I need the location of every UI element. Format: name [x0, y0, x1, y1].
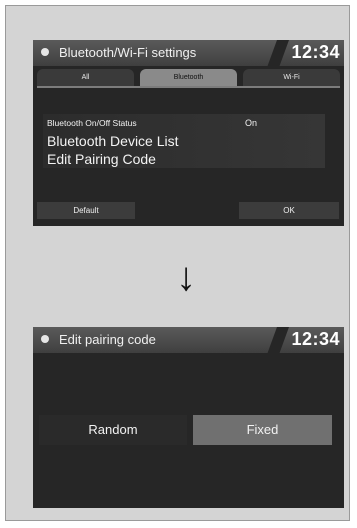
bluetooth-wifi-settings-screen: Bluetooth/Wi-Fi settings 12:34 All Bluet…: [33, 40, 344, 226]
default-button[interactable]: Default: [37, 202, 135, 219]
random-button[interactable]: Random: [39, 415, 187, 445]
title-bar: Edit pairing code 12:34: [33, 327, 344, 353]
bluetooth-status-row[interactable]: Bluetooth On/Off Status On: [43, 114, 325, 132]
edit-pairing-code-label: Edit Pairing Code: [47, 151, 156, 167]
title-bar-notch: [267, 327, 289, 353]
bluetooth-status-value: On: [245, 118, 258, 128]
tab-bluetooth[interactable]: Bluetooth: [140, 69, 237, 86]
screen-title: Bluetooth/Wi-Fi settings: [59, 45, 197, 60]
title-bar: Bluetooth/Wi-Fi settings 12:34: [33, 40, 344, 66]
clock: 12:34: [291, 42, 340, 62]
edit-pairing-code-item[interactable]: Edit Pairing Code: [43, 150, 325, 168]
edit-pairing-code-screen: Edit pairing code 12:34 Random Fixed: [33, 327, 344, 508]
down-arrow-icon: ↓: [176, 255, 196, 299]
bluetooth-status-label: Bluetooth On/Off Status: [47, 118, 137, 128]
tab-bar: All Bluetooth Wi-Fi: [37, 69, 340, 86]
bluetooth-device-list-label: Bluetooth Device List: [47, 133, 179, 149]
ok-button[interactable]: OK: [239, 202, 339, 219]
title-bar-notch: [267, 40, 289, 66]
fixed-button[interactable]: Fixed: [193, 415, 332, 445]
clock: 12:34: [291, 329, 340, 349]
instruction-panel: Bluetooth/Wi-Fi settings 12:34 All Bluet…: [5, 5, 350, 521]
menu-dot-icon: [41, 48, 49, 56]
tab-underline: [37, 86, 340, 88]
screen-title: Edit pairing code: [59, 332, 156, 347]
tab-all[interactable]: All: [37, 69, 134, 86]
tab-wifi[interactable]: Wi-Fi: [243, 69, 340, 86]
menu-dot-icon: [41, 335, 49, 343]
bluetooth-device-list-item[interactable]: Bluetooth Device List: [43, 132, 325, 150]
